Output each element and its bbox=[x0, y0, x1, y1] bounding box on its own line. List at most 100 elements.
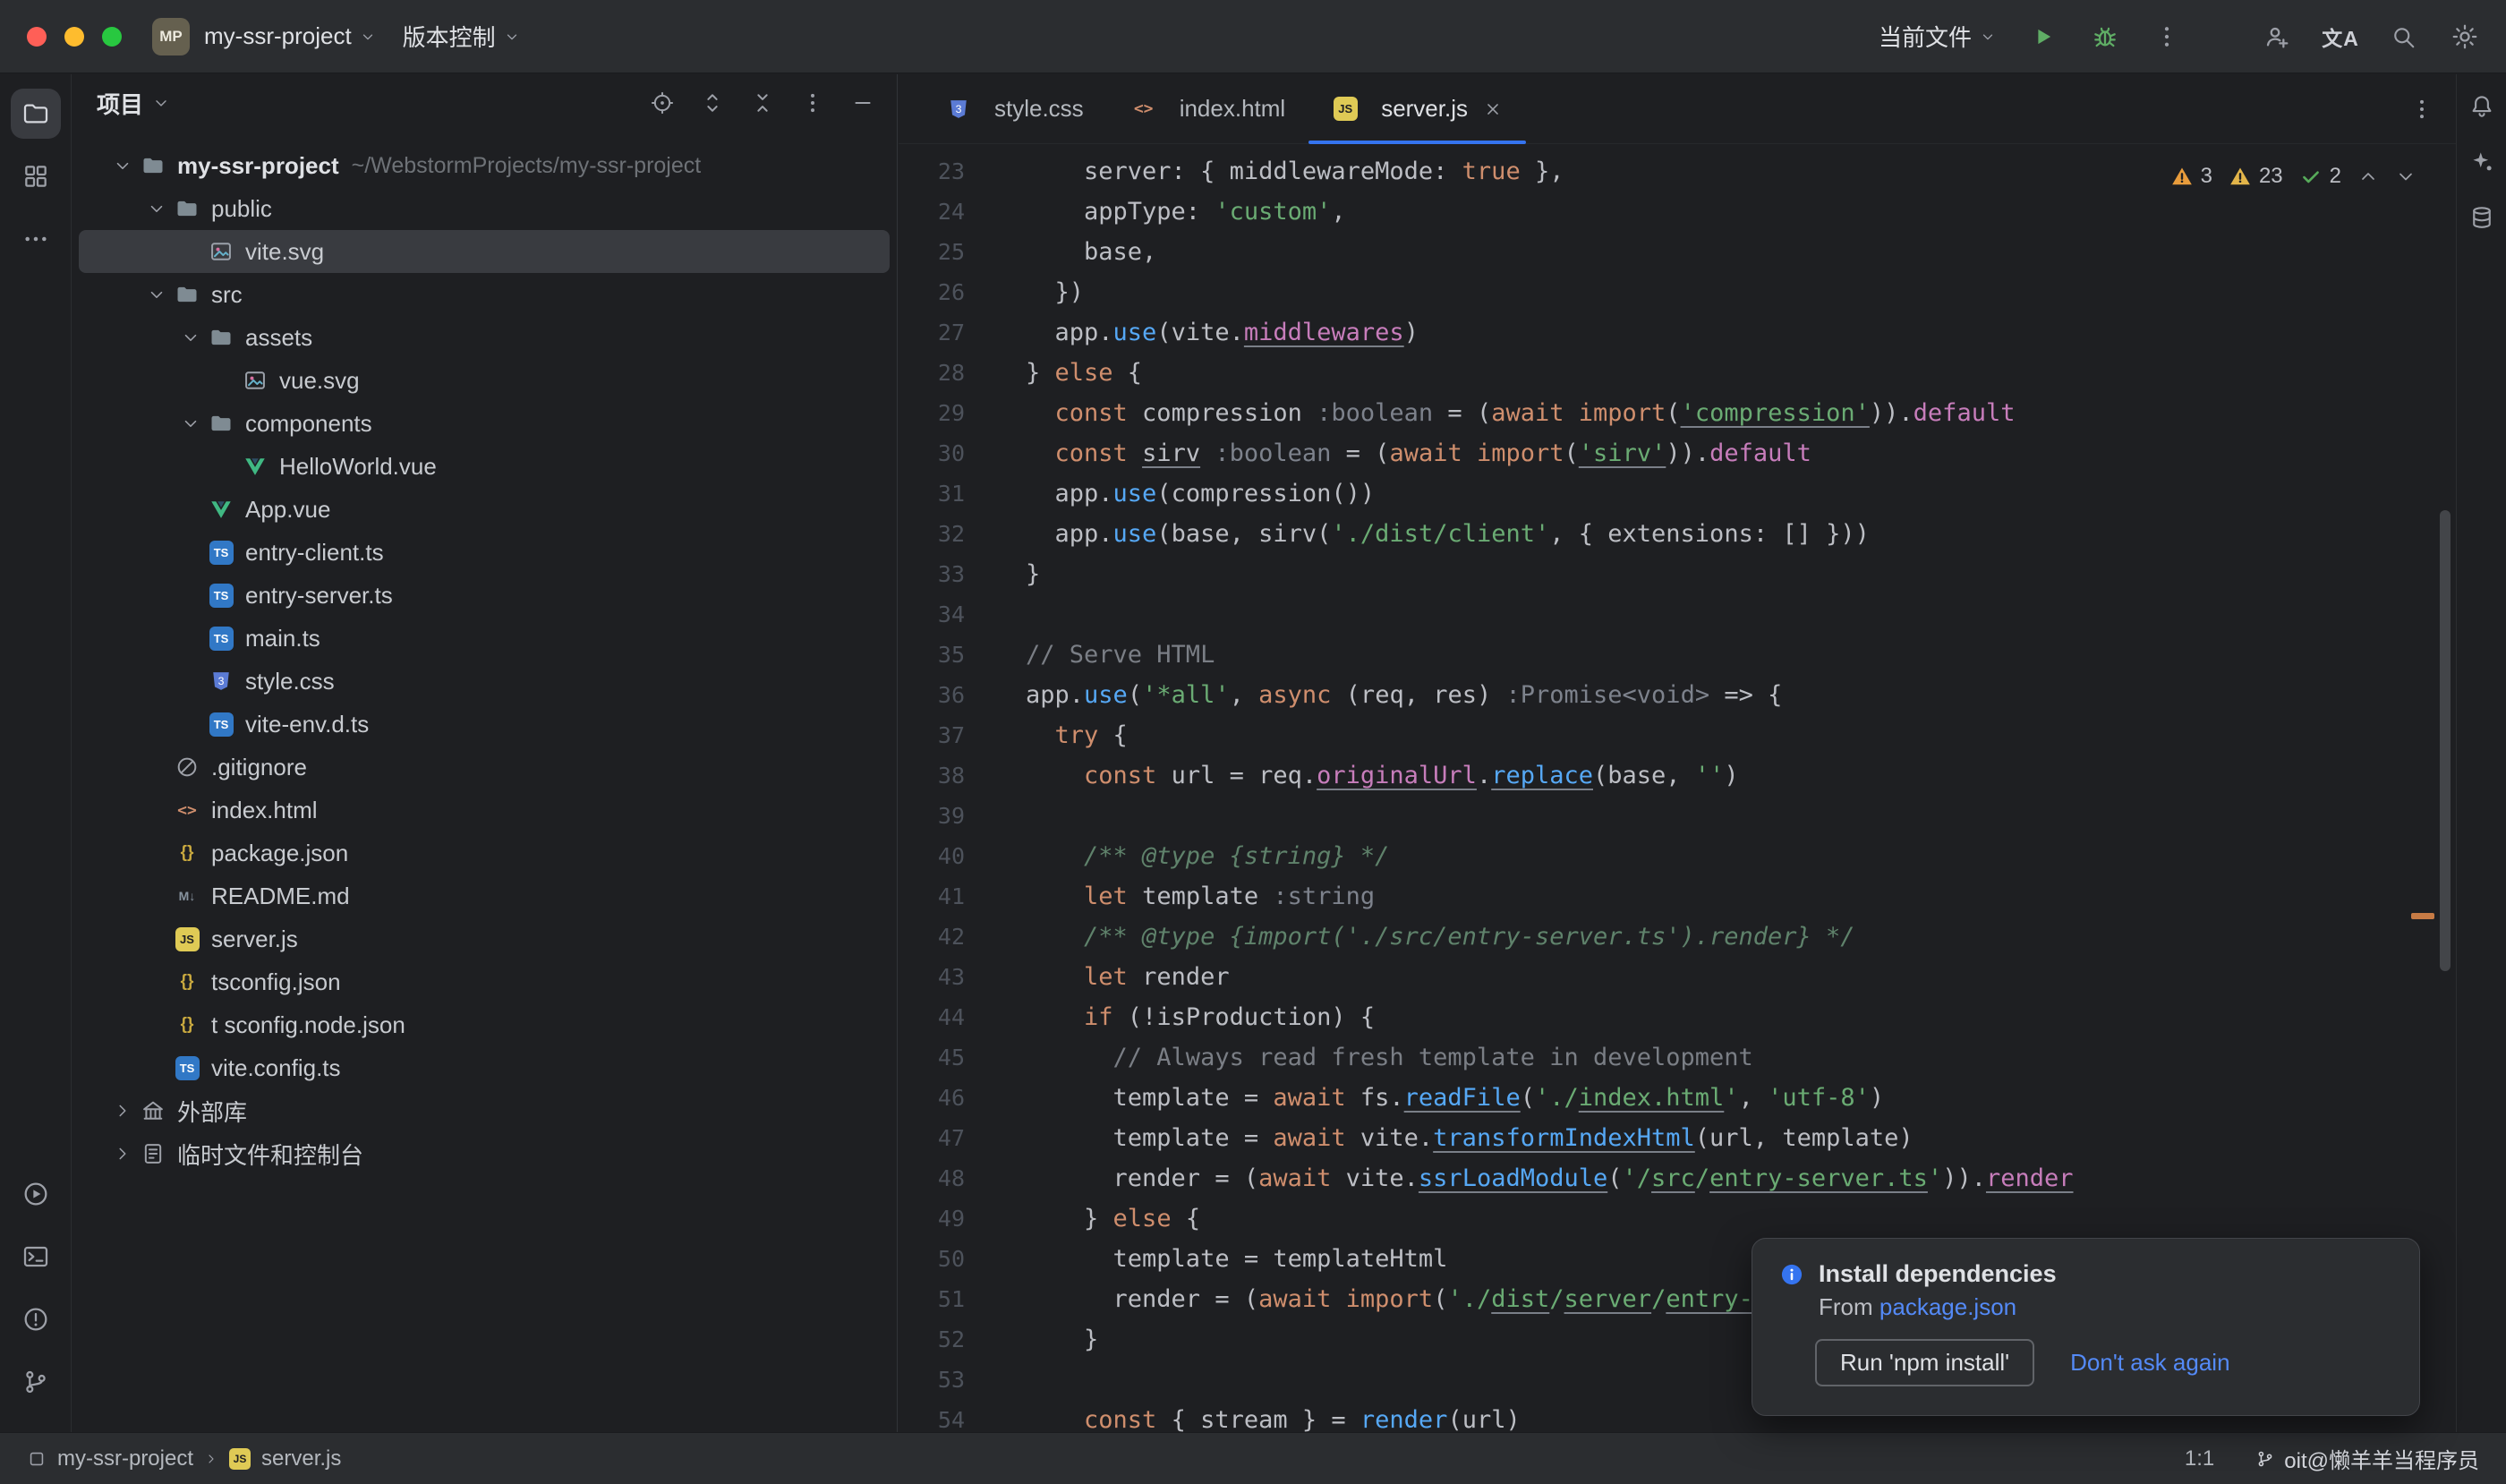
ai-tool-button[interactable] bbox=[2462, 142, 2502, 182]
breadcrumb-file[interactable]: server.js bbox=[261, 1446, 341, 1471]
code-line[interactable]: 25 base, bbox=[899, 232, 2456, 272]
run-config-selector[interactable]: 当前文件 bbox=[1879, 20, 1996, 53]
line-number[interactable]: 25 bbox=[899, 232, 965, 272]
code-line[interactable]: 29 const compression :boolean = (await i… bbox=[899, 393, 2456, 433]
line-number[interactable]: 23 bbox=[899, 151, 965, 192]
tab-options-icon[interactable] bbox=[2409, 97, 2434, 122]
line-number[interactable]: 41 bbox=[899, 876, 965, 917]
code-line[interactable]: 44 if (!isProduction) { bbox=[899, 997, 2456, 1037]
code-line[interactable]: 42 /** @type {import('./src/entry-server… bbox=[899, 917, 2456, 957]
line-number[interactable]: 36 bbox=[899, 675, 965, 715]
code-line[interactable]: 43 let render bbox=[899, 957, 2456, 997]
close-window-button[interactable] bbox=[27, 27, 47, 47]
tree-item[interactable]: HelloWorld.vue bbox=[72, 445, 897, 488]
debug-button[interactable] bbox=[2091, 22, 2119, 51]
run-npm-install-button[interactable]: Run 'npm install' bbox=[1815, 1339, 2034, 1386]
line-number[interactable]: 50 bbox=[899, 1239, 965, 1279]
settings-icon[interactable] bbox=[2451, 22, 2479, 51]
tree-item[interactable]: TSentry-server.ts bbox=[72, 574, 897, 617]
tree-item[interactable]: .gitignore bbox=[72, 746, 897, 789]
code-line[interactable]: 38 const url = req.originalUrl.replace(b… bbox=[899, 755, 2456, 796]
package-json-link[interactable]: package.json bbox=[1880, 1293, 2016, 1320]
database-tool-button[interactable] bbox=[2462, 198, 2502, 237]
code-line[interactable]: 49 } else { bbox=[899, 1198, 2456, 1239]
tab-style.css[interactable]: 3style.css bbox=[922, 74, 1107, 143]
chevron-down-icon[interactable] bbox=[174, 411, 208, 436]
code-line[interactable]: 41 let template :string bbox=[899, 876, 2456, 917]
translate-icon[interactable]: 文A bbox=[2325, 21, 2356, 52]
locate-icon[interactable] bbox=[650, 90, 675, 115]
tree-item[interactable]: assets bbox=[72, 316, 897, 359]
code-line[interactable]: 31 app.use(compression()) bbox=[899, 473, 2456, 514]
problems-tool-button[interactable] bbox=[11, 1294, 61, 1344]
code-line[interactable]: 27 app.use(vite.middlewares) bbox=[899, 312, 2456, 353]
line-number[interactable]: 26 bbox=[899, 272, 965, 312]
code-line[interactable]: 48 render = (await vite.ssrLoadModule('/… bbox=[899, 1158, 2456, 1198]
tree-item[interactable]: 临时文件和控制台 bbox=[72, 1132, 897, 1175]
line-number[interactable]: 38 bbox=[899, 755, 965, 796]
code-line[interactable]: 35// Serve HTML bbox=[899, 635, 2456, 675]
project-switcher[interactable]: my-ssr-project bbox=[204, 22, 376, 50]
structure-tool-button[interactable] bbox=[11, 151, 61, 201]
tree-item[interactable]: M↓README.md bbox=[72, 874, 897, 917]
line-number[interactable]: 46 bbox=[899, 1078, 965, 1118]
project-panel-title[interactable]: 项目 bbox=[97, 87, 170, 120]
tree-item[interactable]: {}package.json bbox=[72, 832, 897, 874]
code-with-me-icon[interactable] bbox=[2263, 22, 2291, 51]
error-stripe-mark[interactable] bbox=[2411, 913, 2434, 919]
tree-item[interactable]: TSmain.ts bbox=[72, 617, 897, 660]
tree-item[interactable]: TSentry-client.ts bbox=[72, 531, 897, 574]
code-line[interactable]: 45 // Always read fresh template in deve… bbox=[899, 1037, 2456, 1078]
search-icon[interactable] bbox=[2390, 23, 2416, 50]
code-line[interactable]: 37 try { bbox=[899, 715, 2456, 755]
prev-problem-icon[interactable] bbox=[2357, 166, 2379, 187]
line-number[interactable]: 34 bbox=[899, 594, 965, 635]
tree-item[interactable]: TSvite-env.d.ts bbox=[72, 703, 897, 746]
line-number[interactable]: 30 bbox=[899, 433, 965, 473]
collapse-all-icon[interactable] bbox=[750, 90, 775, 115]
line-number[interactable]: 52 bbox=[899, 1319, 965, 1360]
tree-item[interactable]: vite.svg bbox=[79, 230, 890, 273]
line-number[interactable]: 47 bbox=[899, 1118, 965, 1158]
vcs-menu[interactable]: 版本控制 bbox=[403, 20, 520, 53]
tree-item[interactable]: public bbox=[72, 187, 897, 230]
kebab-icon[interactable] bbox=[800, 90, 825, 115]
project-tool-button[interactable] bbox=[11, 89, 61, 139]
tree-item[interactable]: 外部库 bbox=[72, 1089, 897, 1132]
vcs-tool-button[interactable] bbox=[11, 1357, 61, 1407]
tree-item[interactable]: components bbox=[72, 402, 897, 445]
git-branch-widget[interactable]: oit@懒羊羊当程序员 bbox=[2255, 1443, 2479, 1474]
code-line[interactable]: 32 app.use(base, sirv('./dist/client', {… bbox=[899, 514, 2456, 554]
tree-item[interactable]: <>index.html bbox=[72, 789, 897, 832]
minimize-window-button[interactable] bbox=[64, 27, 84, 47]
code-line[interactable]: 36app.use('*all', async (req, res) :Prom… bbox=[899, 675, 2456, 715]
tree-item[interactable]: src bbox=[72, 273, 897, 316]
line-number[interactable]: 40 bbox=[899, 836, 965, 876]
tree-item[interactable]: {}tsconfig.json bbox=[72, 960, 897, 1003]
tree-item[interactable]: 3style.css bbox=[72, 660, 897, 703]
line-number[interactable]: 31 bbox=[899, 473, 965, 514]
bell-tool-button[interactable] bbox=[2462, 87, 2502, 126]
line-number[interactable]: 33 bbox=[899, 554, 965, 594]
code-line[interactable]: 33} bbox=[899, 554, 2456, 594]
zoom-window-button[interactable] bbox=[102, 27, 122, 47]
code-line[interactable]: 46 template = await fs.readFile('./index… bbox=[899, 1078, 2456, 1118]
chevron-down-icon[interactable] bbox=[140, 282, 174, 307]
minus-icon[interactable] bbox=[850, 90, 875, 115]
line-number[interactable]: 48 bbox=[899, 1158, 965, 1198]
line-number[interactable]: 44 bbox=[899, 997, 965, 1037]
line-number[interactable]: 53 bbox=[899, 1360, 965, 1400]
tree-item[interactable]: App.vue bbox=[72, 488, 897, 531]
code-line[interactable]: 28} else { bbox=[899, 353, 2456, 393]
code-line[interactable]: 24 appType: 'custom', bbox=[899, 192, 2456, 232]
warnings-count[interactable]: 23 bbox=[2229, 164, 2283, 189]
chevron-down-icon[interactable] bbox=[106, 153, 140, 178]
line-number[interactable]: 42 bbox=[899, 917, 965, 957]
tab-server.js[interactable]: JSserver.js bbox=[1308, 74, 1526, 143]
close-icon[interactable] bbox=[1483, 99, 1503, 119]
line-number[interactable]: 32 bbox=[899, 514, 965, 554]
line-number[interactable]: 43 bbox=[899, 957, 965, 997]
next-problem-icon[interactable] bbox=[2395, 166, 2416, 187]
line-number[interactable]: 29 bbox=[899, 393, 965, 433]
chevron-right-icon[interactable] bbox=[106, 1141, 140, 1166]
